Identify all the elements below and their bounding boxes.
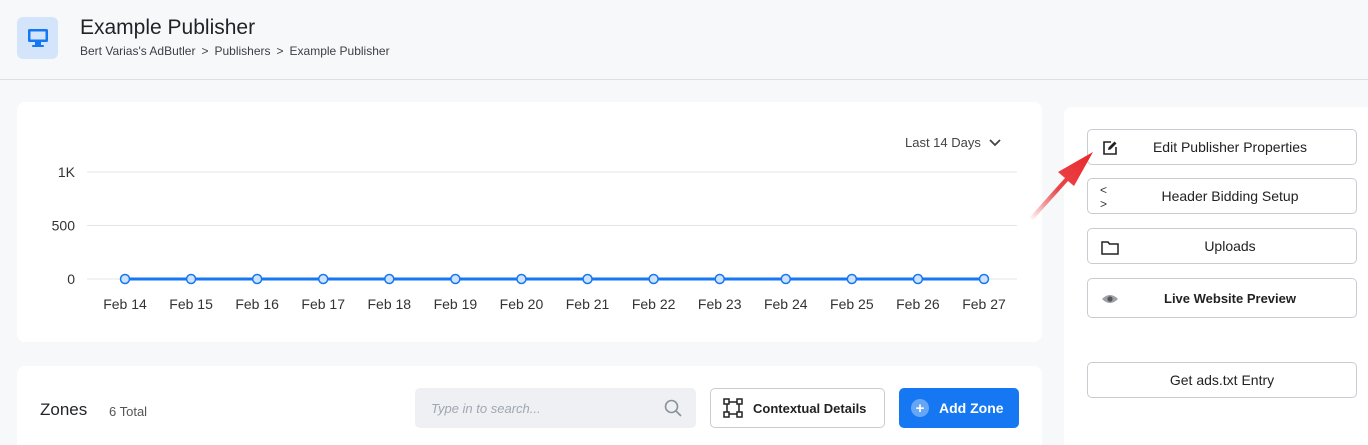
data-point: [978, 273, 990, 285]
x-tick-label: Feb 26: [896, 296, 940, 312]
x-tick-label: Feb 14: [103, 296, 147, 312]
x-tick-label: Feb 15: [169, 296, 213, 312]
y-tick-label: 500: [52, 218, 76, 234]
x-tick-label: Feb 27: [962, 296, 1006, 312]
frame-icon: [723, 398, 743, 418]
page-header: Example Publisher Bert Varias's AdButler…: [0, 0, 1368, 80]
breadcrumb-publishers[interactable]: Publishers: [214, 44, 270, 58]
data-point: [317, 273, 329, 285]
add-zone-label: Add Zone: [939, 400, 1004, 416]
zones-count: 6 Total: [109, 404, 148, 419]
monitor-icon: [17, 17, 58, 59]
x-tick-label: Feb 24: [764, 296, 808, 312]
code-icon: < >: [1100, 183, 1109, 211]
contextual-details-button[interactable]: Contextual Details: [710, 388, 885, 428]
add-zone-button[interactable]: + Add Zone: [899, 388, 1019, 428]
x-tick-label: Feb 25: [830, 296, 874, 312]
data-point: [780, 273, 792, 285]
breadcrumb-separator: >: [201, 44, 209, 58]
folder-icon: [1100, 238, 1120, 256]
publisher-actions-panel: Edit Publisher Properties < > Header Bid…: [1064, 107, 1368, 445]
ads-txt-label: Get ads.txt Entry: [1169, 372, 1275, 388]
data-point: [912, 273, 924, 285]
y-tick-label: 0: [67, 271, 75, 287]
y-tick-label: 1K: [58, 164, 76, 180]
edit-publisher-label: Edit Publisher Properties: [1152, 139, 1308, 155]
plus-icon: +: [911, 399, 929, 417]
live-preview-label: Live Website Preview: [1164, 290, 1296, 306]
uploads-button[interactable]: Uploads: [1087, 228, 1357, 264]
data-point: [450, 273, 461, 285]
breadcrumb-current: Example Publisher: [289, 44, 390, 58]
zone-search-input[interactable]: [415, 388, 655, 428]
data-point: [714, 273, 725, 285]
data-point: [119, 273, 131, 285]
header-bidding-label: Header Bidding Setup: [1161, 188, 1299, 204]
annotation-arrow-icon: [1029, 152, 1093, 220]
page-title: Example Publisher: [80, 16, 256, 39]
zones-title: Zones: [40, 400, 88, 419]
live-preview-button[interactable]: Live Website Preview: [1087, 278, 1357, 318]
header-bidding-button[interactable]: < > Header Bidding Setup: [1087, 178, 1357, 214]
stats-chart-card: Last 14 Days 0 500 1K Feb 14 Feb 15 Feb 16 Feb…: [17, 102, 1042, 342]
uploads-label: Uploads: [1204, 238, 1256, 254]
data-point: [846, 273, 858, 285]
zones-card: Zones 6 Total Contextual Details + Add Z…: [17, 366, 1042, 445]
line-chart: 0 500 1K Feb 14 Feb 15 Feb 16 Feb 17 Feb 18 Feb …: [52, 164, 1017, 312]
edit-icon: [1100, 139, 1120, 157]
ads-txt-button[interactable]: Get ads.txt Entry: [1087, 362, 1357, 398]
x-tick-label: Feb 22: [632, 296, 676, 312]
x-tick-label: Feb 19: [434, 296, 478, 312]
x-tick-label: Feb 18: [368, 296, 412, 312]
x-tick-label: Feb 23: [698, 296, 742, 312]
data-point: [251, 273, 263, 285]
breadcrumb: Bert Varias's AdButler > Publishers > Ex…: [80, 44, 390, 58]
data-point: [384, 273, 395, 285]
edit-publisher-button[interactable]: Edit Publisher Properties: [1087, 129, 1357, 165]
breadcrumb-separator: >: [276, 44, 284, 58]
data-point: [516, 273, 527, 285]
search-icon[interactable]: [664, 399, 682, 417]
contextual-details-label: Contextual Details: [753, 400, 867, 416]
data-point: [185, 273, 197, 285]
x-tick-label: Feb 17: [301, 296, 345, 312]
eye-icon: [1100, 290, 1120, 308]
x-tick-label: Feb 20: [500, 296, 544, 312]
x-tick-label: Feb 21: [566, 296, 610, 312]
breadcrumb-account[interactable]: Bert Varias's AdButler: [80, 44, 195, 58]
data-point: [582, 273, 593, 285]
zone-search: [415, 388, 696, 428]
data-point: [648, 273, 659, 285]
x-tick-label: Feb 16: [235, 296, 279, 312]
